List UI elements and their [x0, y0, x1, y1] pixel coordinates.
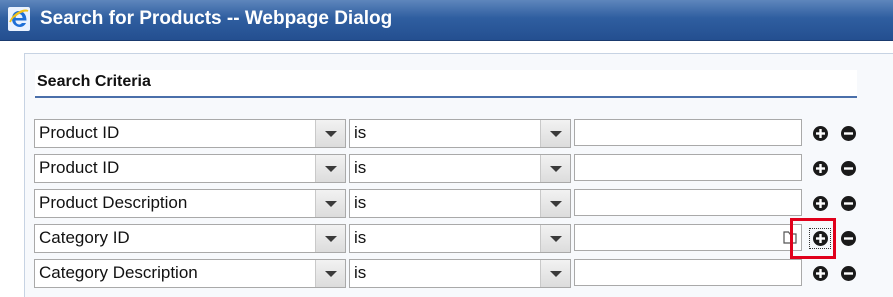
value-input[interactable]: [574, 154, 802, 181]
field-select[interactable]: Product Description: [34, 189, 346, 218]
operator-select[interactable]: is: [349, 259, 571, 288]
chevron-down-icon[interactable]: [315, 190, 345, 217]
chevron-down-icon[interactable]: [315, 155, 345, 182]
value-input[interactable]: [574, 224, 802, 251]
chevron-down-icon[interactable]: [540, 225, 570, 252]
field-select[interactable]: Product ID: [34, 119, 346, 148]
highlight-box: [790, 218, 836, 259]
plus-circle-icon[interactable]: [812, 160, 829, 177]
operator-select[interactable]: is: [349, 224, 571, 253]
operator-select[interactable]: is: [349, 189, 571, 218]
dialog-window: Search for Products -- Webpage Dialog Se…: [0, 0, 893, 297]
operator-select-value: is: [354, 228, 367, 247]
chevron-down-icon[interactable]: [540, 260, 570, 287]
field-select[interactable]: Category ID: [34, 224, 346, 253]
minus-circle-icon[interactable]: [840, 265, 857, 282]
minus-circle-icon[interactable]: [840, 195, 857, 212]
ie-icon: [8, 7, 30, 31]
field-select-value: Product Description: [39, 193, 188, 212]
chevron-down-icon[interactable]: [540, 120, 570, 147]
plus-circle-icon[interactable]: [812, 195, 829, 212]
chevron-down-icon[interactable]: [315, 260, 345, 287]
search-criteria-header: Search Criteria: [35, 70, 857, 98]
field-select-value: Category Description: [39, 263, 198, 282]
section-title: Search Criteria: [37, 73, 151, 90]
field-select[interactable]: Product ID: [34, 154, 346, 183]
field-select-value: Product ID: [39, 123, 120, 142]
operator-select-value: is: [354, 123, 367, 142]
operator-select-value: is: [354, 263, 367, 282]
window-title: Search for Products -- Webpage Dialog: [40, 8, 393, 29]
operator-select-value: is: [354, 158, 367, 177]
minus-circle-icon[interactable]: [840, 125, 857, 142]
plus-circle-icon[interactable]: [812, 265, 829, 282]
value-input[interactable]: [574, 189, 802, 216]
title-bar: Search for Products -- Webpage Dialog: [0, 0, 893, 41]
field-select-value: Product ID: [39, 158, 120, 177]
minus-circle-icon[interactable]: [840, 160, 857, 177]
operator-select[interactable]: is: [349, 154, 571, 183]
operator-select-value: is: [354, 193, 367, 212]
operator-select[interactable]: is: [349, 119, 571, 148]
chevron-down-icon[interactable]: [540, 190, 570, 217]
chevron-down-icon[interactable]: [540, 155, 570, 182]
minus-circle-icon[interactable]: [840, 230, 857, 247]
field-select-value: Category ID: [39, 228, 130, 247]
chevron-down-icon[interactable]: [315, 225, 345, 252]
chevron-down-icon[interactable]: [315, 120, 345, 147]
field-select[interactable]: Category Description: [34, 259, 346, 288]
plus-circle-icon[interactable]: [812, 125, 829, 142]
value-input[interactable]: [574, 259, 802, 286]
value-input[interactable]: [574, 119, 802, 146]
